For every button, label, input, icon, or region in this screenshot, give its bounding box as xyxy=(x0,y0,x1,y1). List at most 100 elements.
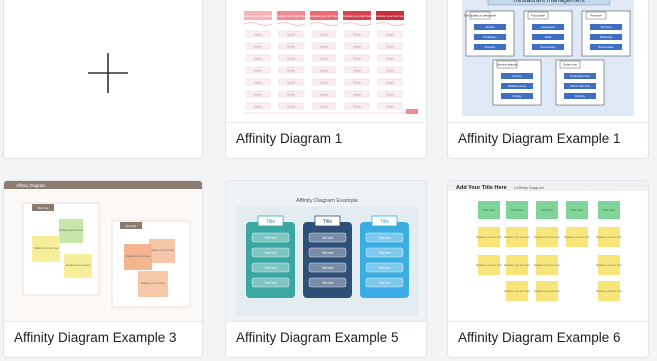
group-title: Text title xyxy=(125,224,136,228)
group-item-text: Profession xyxy=(483,35,497,39)
sticky-note-text: Replace your text here xyxy=(141,282,166,285)
new-diagram-card[interactable] xyxy=(3,0,203,159)
sticky-note-text: Replace your text here xyxy=(504,289,531,293)
detail-text: Details xyxy=(353,32,362,36)
template-thumbnail: Restaurant management The quality of pers… xyxy=(448,0,648,123)
column-header-text: Replace your text here xyxy=(276,14,307,18)
column-header-text: Replace your text here xyxy=(243,14,274,18)
sticky-note-text: Replace your text here xyxy=(504,263,531,267)
detail-text: Details xyxy=(287,104,296,108)
detail-text: Details xyxy=(254,80,263,84)
detail-text: Details xyxy=(287,44,296,48)
group-item-text: Brand value xyxy=(599,45,614,49)
detail-text: Details xyxy=(320,80,329,84)
column-item-text: Text text xyxy=(379,281,391,285)
group-item-text: Diversity xyxy=(485,45,496,49)
column-title: Title xyxy=(266,219,275,225)
template-thumbnail: Affinity Diagram Text title Text title Repl… xyxy=(4,181,202,322)
detail-text: Details xyxy=(353,80,362,84)
thumbnail-shape xyxy=(243,22,273,26)
sticky-note-text: Replace your text here xyxy=(66,264,91,267)
sticky-note-text: Replace your text here xyxy=(564,235,591,239)
group-title: Promote xyxy=(590,14,602,18)
detail-text: Details xyxy=(386,68,395,72)
template-label: Affinity Diagram Example 1 xyxy=(458,131,621,146)
detail-text: Details xyxy=(386,32,395,36)
detail-text: Details xyxy=(254,68,263,72)
diagram-title: Restaurant management xyxy=(513,0,585,4)
detail-text: Details xyxy=(386,56,395,60)
column-item-text: Text text xyxy=(322,266,334,270)
detail-text: Details xyxy=(287,80,296,84)
group-item-text: Food design xyxy=(540,45,556,49)
detail-text: Details xyxy=(287,68,296,72)
column-item-text: Text text xyxy=(322,236,334,240)
detail-text: Details xyxy=(320,92,329,96)
detail-text: Details xyxy=(386,92,395,96)
diagram-title: Affinity Diagram Example xyxy=(296,198,358,204)
column-item-text: Text text xyxy=(322,281,334,285)
group-item-text: Production time xyxy=(570,74,590,78)
template-card-affinity-diagram-example-6[interactable]: Add Your Title Here | Affinity Diagram Tex… xyxy=(447,180,649,358)
group-item-text: Ingredients xyxy=(541,25,555,29)
column-title: Title xyxy=(323,219,332,225)
detail-text: Details xyxy=(287,92,296,96)
column-item-text: Text text xyxy=(265,266,277,270)
thumbnail-shape xyxy=(375,22,405,26)
thumbnail-shape xyxy=(342,22,372,26)
group-item-text: Delivery xyxy=(575,94,586,98)
detail-text: Details xyxy=(353,44,362,48)
sticky-note-text: Replace your text here xyxy=(596,289,623,293)
group-title: The quality of personnel xyxy=(464,14,496,18)
template-card-affinity-diagram-example-3[interactable]: Affinity Diagram Text title Text title Repl… xyxy=(3,180,203,358)
column-header-text: Replace your text here xyxy=(342,14,373,18)
column-item-text: Text text xyxy=(265,236,277,240)
group-item-text: Service xyxy=(512,74,522,78)
column-item-text: Text text xyxy=(379,236,391,240)
category-note-text: Text here xyxy=(541,208,554,212)
group-item-text: Display xyxy=(512,94,522,98)
column-item-text: Text text xyxy=(379,251,391,255)
group-title: Food taste xyxy=(531,14,546,18)
template-card-affinity-diagram-example-5[interactable]: Affinity Diagram Example Title Text text Te… xyxy=(225,180,427,358)
category-note-text: Text here xyxy=(511,208,524,212)
detail-text: Details xyxy=(254,92,263,96)
detail-text: Details xyxy=(386,80,395,84)
group-item-text: Taste xyxy=(545,35,552,39)
column-title: Title xyxy=(380,219,389,225)
detail-text: Details xyxy=(320,68,329,72)
detail-text: Details xyxy=(320,44,329,48)
group-item-text: Promote xyxy=(601,25,612,29)
detail-text: Details xyxy=(353,92,362,96)
group-item-text: Marketing xyxy=(600,35,613,39)
detail-text: Details xyxy=(386,104,395,108)
group-item-text: Building sense xyxy=(508,84,527,88)
category-note-text: Text here xyxy=(603,208,616,212)
thumbnail-shape xyxy=(309,22,339,26)
detail-text: Details xyxy=(320,56,329,60)
thumbnail-shape xyxy=(276,22,306,26)
sticky-note-text: Replace your text here xyxy=(59,229,84,232)
detail-text: Details xyxy=(287,56,296,60)
sticky-note-text: Replace your text here xyxy=(596,235,623,239)
group-title: Order time xyxy=(563,63,578,67)
sticky-note-text: Replace your text here xyxy=(504,235,531,239)
sticky-note-text: Replace your text here xyxy=(534,263,561,267)
template-label: Affinity Diagram Example 5 xyxy=(236,330,399,345)
template-card-affinity-diagram-example-1[interactable]: Restaurant management The quality of pers… xyxy=(447,0,649,159)
header-subtitle: | Affinity Diagram xyxy=(514,185,545,190)
column-item-text: Text text xyxy=(379,266,391,270)
detail-text: Details xyxy=(320,32,329,36)
column-item-text: Text text xyxy=(265,251,277,255)
template-card-affinity-diagram-1[interactable]: Replace your text here Details Details Deta… xyxy=(225,0,427,159)
detail-text: Details xyxy=(254,56,263,60)
category-note-text: Text here xyxy=(483,208,496,212)
detail-text: Details xyxy=(254,32,263,36)
sticky-note-text: Replace your text here xyxy=(534,289,561,293)
plus-icon xyxy=(88,53,128,93)
template-thumbnail: Affinity Diagram Example Title Text text Te… xyxy=(226,181,426,322)
sticky-note-text: Replace your text here xyxy=(126,255,151,258)
detail-text: Details xyxy=(287,32,296,36)
template-label: Affinity Diagram 1 xyxy=(236,131,343,146)
detail-text: Details xyxy=(353,68,362,72)
